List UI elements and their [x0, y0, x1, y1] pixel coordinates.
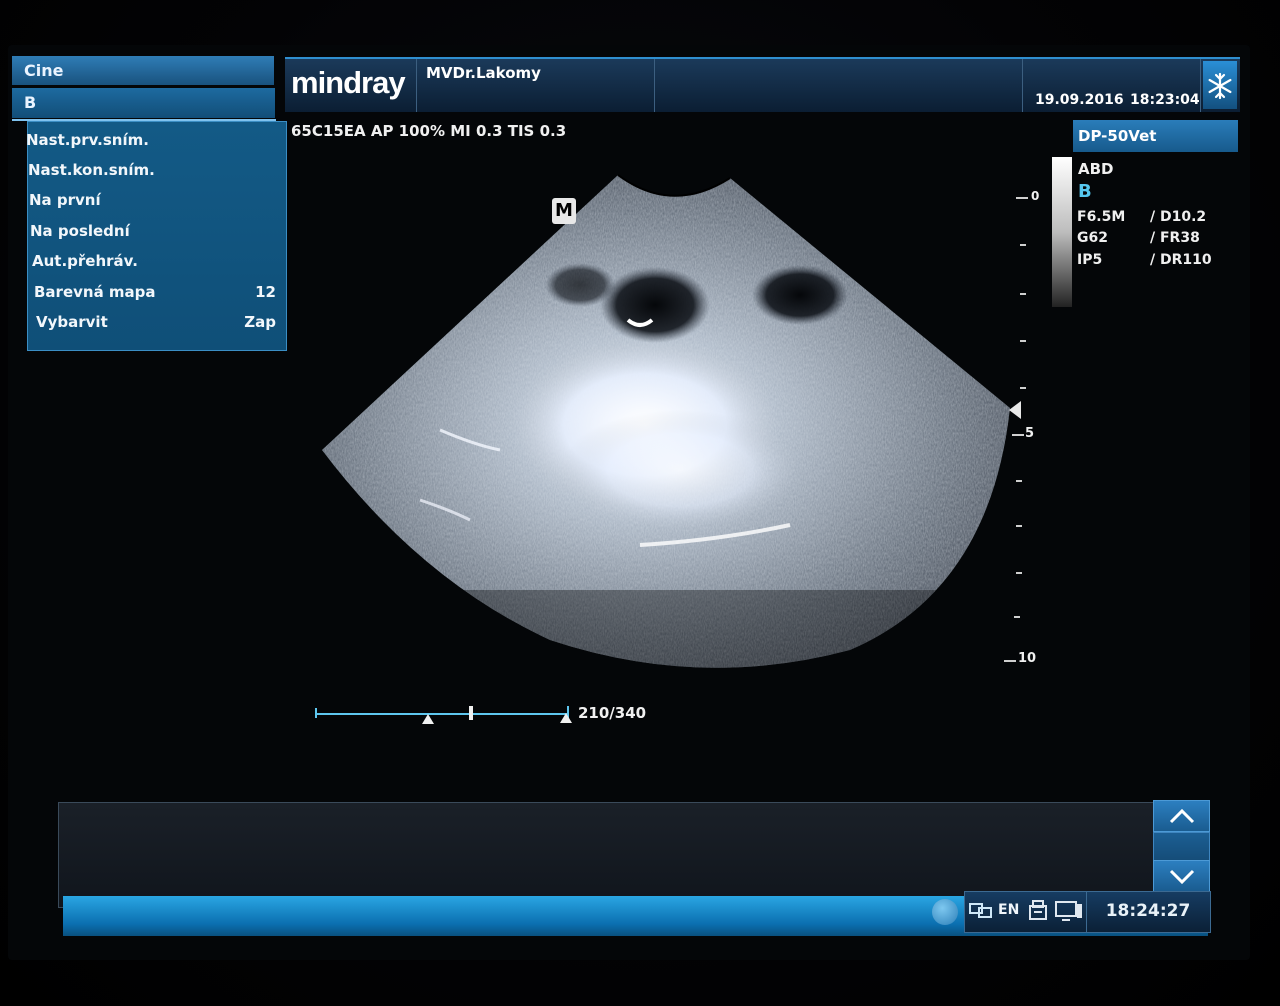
menu-item-label: Nast.prv.sním. [26, 131, 149, 149]
depth-tick [1016, 525, 1022, 527]
menu-item-set-first-frame[interactable]: Nast.prv.sním. [26, 125, 286, 155]
header-bar: mindray MVDr.Lakomy 19.09.2016 18:23:04 [285, 57, 1240, 112]
depth-major-tick [1016, 197, 1028, 199]
menu-item-label: Vybarvit [36, 313, 108, 331]
image-mode: B [1078, 181, 1092, 202]
status-indicator-icon [932, 899, 958, 925]
network-icon[interactable] [969, 901, 993, 921]
menu-item-go-last[interactable]: Na poslední [28, 216, 286, 246]
header-divider [1200, 59, 1201, 112]
depth-major-tick [1012, 434, 1024, 436]
header-divider [1022, 59, 1023, 112]
header-divider [416, 59, 417, 112]
depth-tick [1020, 340, 1026, 342]
menu-item-auto-play[interactable]: Aut.přehráv. [28, 246, 286, 276]
snowflake-icon [1208, 72, 1232, 100]
scroll-up-button[interactable] [1153, 800, 1210, 832]
focus-marker-icon [1009, 401, 1021, 419]
exam-time: 18:23:04 [1130, 92, 1200, 108]
depth-label: 10 [1018, 651, 1037, 666]
menu-item-label: Nast.kon.sním. [28, 161, 155, 179]
param-frame-rate: / FR38 [1150, 230, 1200, 246]
scroll-down-button[interactable] [1153, 860, 1210, 892]
orientation-marker: M [552, 198, 576, 224]
depth-tick [1016, 480, 1022, 482]
acquisition-params: 65C15EA AP 100% MI 0.3 TIS 0.3 [291, 122, 567, 140]
depth-tick [1020, 387, 1026, 389]
menu-item-go-first[interactable]: Na první [28, 185, 286, 215]
operator-name: MVDr.Lakomy [426, 64, 541, 82]
display-icon[interactable] [1054, 899, 1084, 923]
brand-logo: mindray [291, 65, 406, 100]
chevron-down-icon [1169, 869, 1194, 885]
color-map-value: 12 [255, 283, 276, 301]
grayscale-bar [1052, 157, 1072, 307]
depth-tick [1020, 293, 1026, 295]
depth-major-tick [1004, 660, 1016, 662]
menu-item-color-map[interactable]: Barevná mapa 12 [28, 277, 286, 307]
menu-item-colorize[interactable]: Vybarvit Zap [28, 307, 286, 337]
menu-item-label: Na poslední [30, 222, 130, 240]
cine-panel-title: Cine [12, 56, 274, 85]
param-gain: G62 [1077, 230, 1108, 246]
depth-tick [1020, 244, 1026, 246]
language-indicator[interactable]: EN [998, 902, 1019, 918]
scroll-track[interactable] [1153, 832, 1210, 862]
param-frequency: F6.5M [1077, 209, 1126, 225]
cine-mode-label: B [12, 88, 275, 118]
menu-item-label: Na první [29, 191, 101, 209]
system-clock: 18:24:27 [1105, 901, 1191, 921]
printer-icon[interactable] [1027, 899, 1049, 923]
colorize-value: Zap [244, 313, 276, 331]
probe-model: DP-50Vet [1073, 120, 1238, 152]
menu-item-set-last-frame[interactable]: Nast.kon.sním. [28, 155, 286, 185]
depth-label: 5 [1025, 426, 1035, 441]
cine-menu: Nast.prv.sním. Nast.kon.sním. Na první N… [26, 121, 287, 351]
param-image-process: IP5 [1077, 252, 1103, 268]
exam-type: ABD [1078, 160, 1114, 178]
timeline-end-marker-icon[interactable] [559, 712, 573, 724]
timeline-start-marker-icon[interactable] [421, 713, 435, 725]
menu-item-label: Aut.přehráv. [32, 252, 138, 270]
ultrasound-image [322, 174, 1010, 668]
chevron-up-icon [1169, 808, 1194, 824]
depth-label: 0 [1031, 189, 1040, 203]
timeline-playhead[interactable] [469, 706, 473, 720]
tray-divider [1086, 892, 1087, 932]
exam-date: 19.09.2016 [1035, 92, 1124, 108]
frame-counter: 210/340 [578, 704, 647, 722]
timeline-track [315, 713, 569, 715]
depth-tick [1014, 616, 1020, 618]
freeze-button[interactable] [1203, 61, 1237, 109]
param-depth: / D10.2 [1150, 209, 1207, 225]
depth-tick [1016, 572, 1022, 574]
param-dynamic-range: / DR110 [1150, 252, 1212, 268]
menu-item-label: Barevná mapa [34, 283, 156, 301]
timeline-start-cap [315, 708, 317, 718]
header-divider [654, 59, 655, 112]
